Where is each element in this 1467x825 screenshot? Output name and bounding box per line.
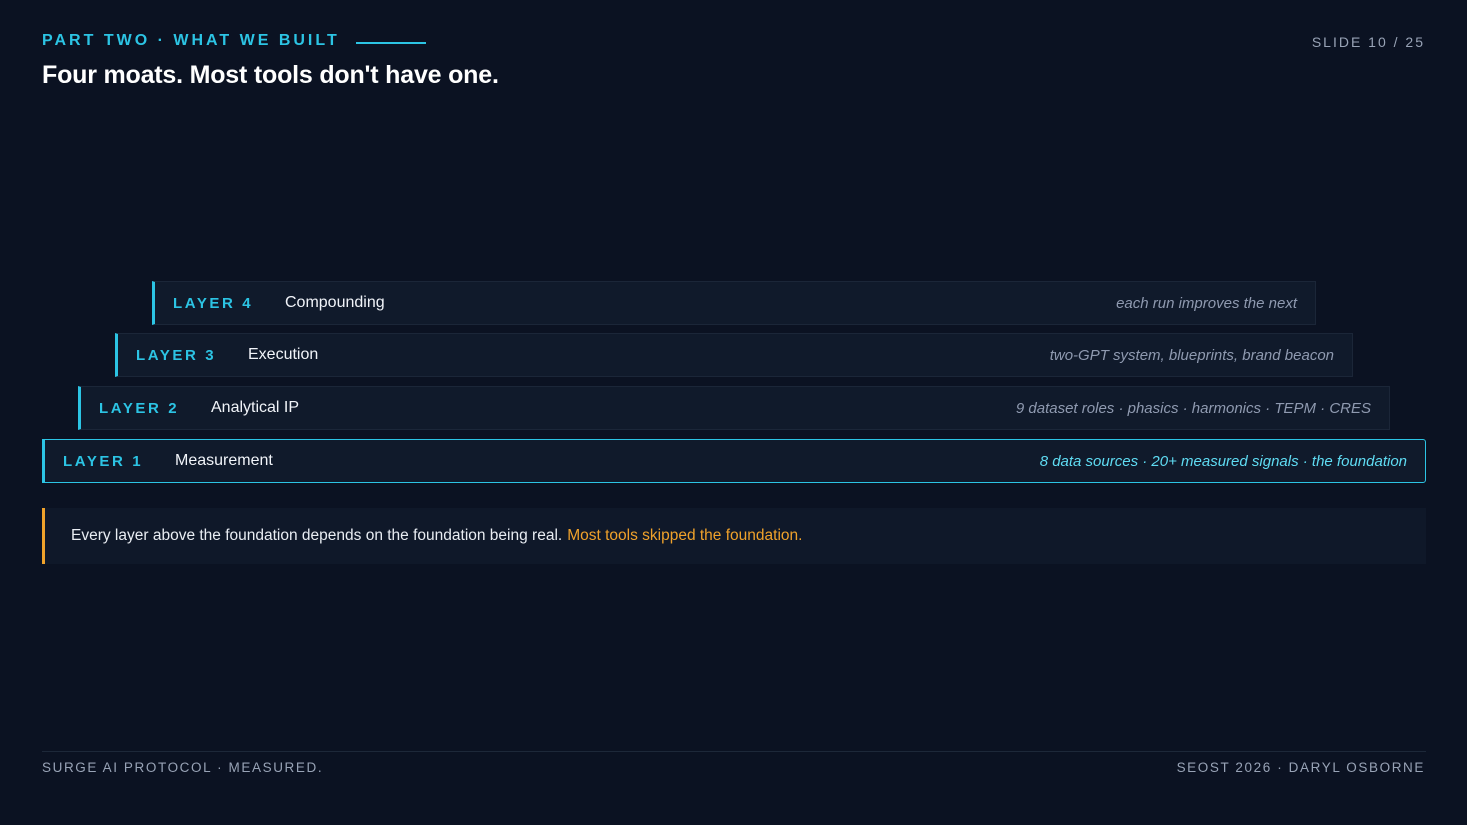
layer-3-bar: LAYER 3 Execution two-GPT system, bluepr… (115, 333, 1353, 377)
eyebrow-label: PART TWO · WHAT WE BUILT (42, 32, 340, 49)
layer-tag: LAYER 1 (63, 452, 144, 470)
layer-1-bar: LAYER 1 Measurement 8 data sources · 20+… (42, 439, 1426, 483)
callout-text: Every layer above the foundation depends… (71, 527, 563, 544)
layer-description: 9 dataset roles · phasics · harmonics · … (1015, 399, 1371, 417)
layer-name: Compounding (285, 294, 385, 311)
footer-divider (42, 751, 1426, 752)
eyebrow-rule (355, 42, 426, 44)
layer-tag: LAYER 2 (99, 399, 180, 417)
layer-tag: LAYER 4 (173, 294, 254, 312)
callout-accent-text: Most tools skipped the foundation. (567, 527, 803, 544)
slide-title: Four moats. Most tools don't have one. (42, 61, 499, 89)
layer-name: Measurement (175, 452, 273, 469)
footer-brand: SURGE AI PROTOCOL · MEASURED. (42, 760, 324, 775)
foundation-callout: Every layer above the foundation depends… (42, 508, 1426, 564)
layer-description: two-GPT system, blueprints, brand beacon (1049, 346, 1334, 364)
layer-tag: LAYER 3 (136, 346, 217, 364)
layer-4-bar: LAYER 4 Compounding each run improves th… (152, 281, 1316, 325)
layer-description: 8 data sources · 20+ measured signals · … (1039, 452, 1407, 470)
footer-credit: SEOST 2026 · DARYL OSBORNE (1176, 760, 1425, 775)
layer-2-bar: LAYER 2 Analytical IP 9 dataset roles · … (78, 386, 1390, 430)
layer-name: Execution (248, 346, 319, 363)
slide-number: SLIDE 10 / 25 (1311, 34, 1425, 50)
layer-description: each run improves the next (1116, 294, 1297, 312)
section-eyebrow: PART TWO · WHAT WE BUILT (42, 32, 426, 50)
layer-name: Analytical IP (211, 399, 300, 416)
